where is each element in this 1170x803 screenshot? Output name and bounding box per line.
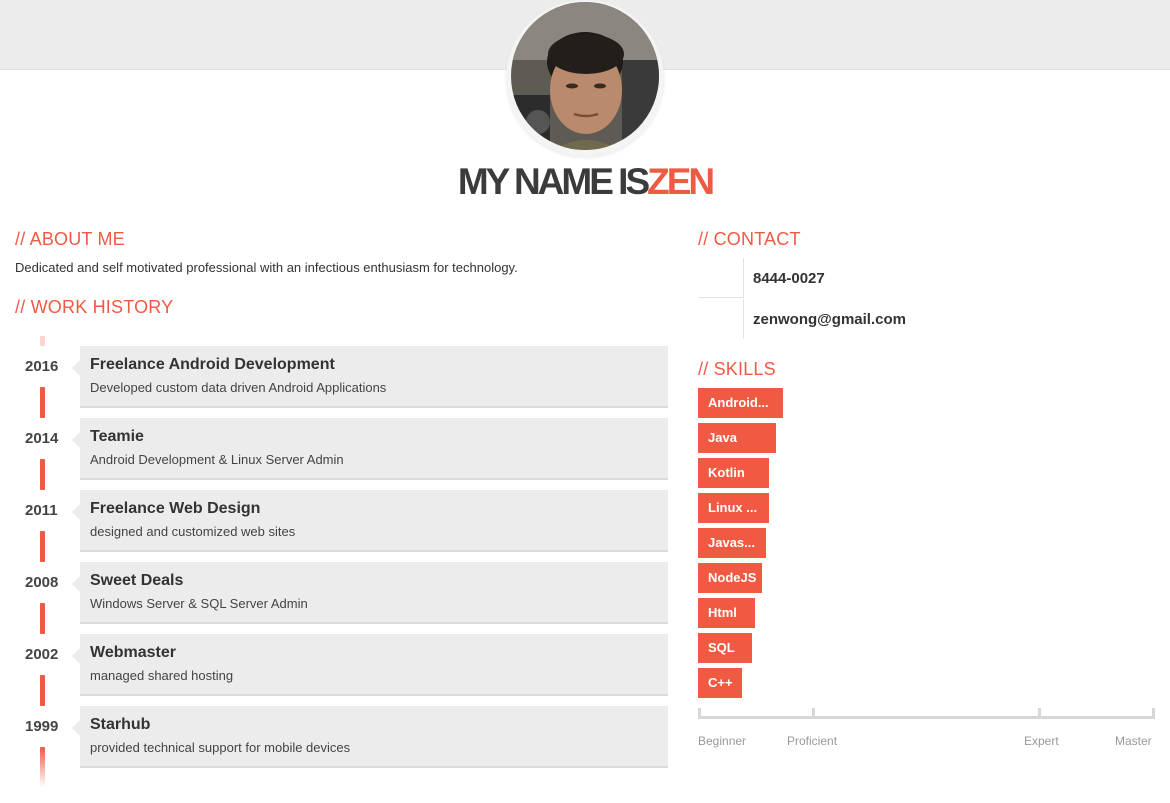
name-accent: ZEN (647, 161, 715, 202)
scale-label-expert: Expert (1024, 734, 1059, 748)
work-year: 2008 (25, 574, 59, 591)
scale-tick (698, 708, 701, 719)
work-description: managed shared hosting (90, 668, 234, 683)
work-item: 2002 Webmaster managed shared hosting (0, 634, 668, 696)
about-heading: // ABOUT ME (15, 229, 125, 249)
work-year: 2002 (25, 646, 59, 663)
contact-phone-row: 8444-0027 (698, 258, 1158, 298)
about-text: Dedicated and self motivated professiona… (15, 260, 518, 275)
scale-label-master: Master (1115, 734, 1152, 748)
phone-icon (698, 258, 744, 298)
avatar (506, 0, 664, 156)
work-year: 2014 (25, 430, 59, 447)
timeline-segment (40, 336, 45, 346)
work-card: Teamie Android Development & Linux Serve… (72, 418, 668, 480)
work-description: provided technical support for mobile de… (90, 740, 351, 755)
work-card: Webmaster managed shared hosting (72, 634, 668, 696)
skill-bar: Html (698, 598, 755, 628)
work-year: 2016 (25, 358, 59, 375)
scale-label-beginner: Beginner (698, 734, 747, 748)
skill-bar: SQL (698, 633, 752, 663)
skill-bar: NodeJS (698, 563, 762, 593)
work-item: 2008 Sweet Deals Windows Server & SQL Se… (0, 562, 668, 624)
contact-email-row: zenwong@gmail.com (698, 299, 1158, 339)
scale-label-proficient: Proficient (787, 734, 838, 748)
skill-bar: C++ (698, 668, 742, 698)
scale-tick (812, 708, 815, 719)
work-card: Freelance Android Development Developed … (72, 346, 668, 408)
work-item: 2016 Freelance Android Development Devel… (0, 346, 668, 408)
work-item: 1999 Starhub provided technical support … (0, 706, 668, 768)
work-card: Starhub provided technical support for m… (72, 706, 668, 768)
work-title: Freelance Android Development (90, 356, 335, 373)
work-item: 2014 Teamie Android Development & Linux … (0, 418, 668, 480)
work-description: Windows Server & SQL Server Admin (90, 596, 308, 611)
skill-bar: Java (698, 423, 776, 453)
contact-heading: // CONTACT (698, 229, 801, 249)
work-card: Freelance Web Design designed and custom… (72, 490, 668, 552)
work-year: 2011 (25, 502, 58, 519)
work-description: Developed custom data driven Android App… (90, 380, 387, 395)
work-title: Starhub (90, 716, 151, 733)
page-title: MY NAME ISZEN (0, 160, 1170, 204)
contact-email[interactable]: zenwong@gmail.com (753, 311, 906, 328)
skill-bar: Linux ... (698, 493, 769, 523)
skill-bar: Javas... (698, 528, 766, 558)
scale-tick (1038, 708, 1041, 719)
work-card: Sweet Deals Windows Server & SQL Server … (72, 562, 668, 624)
name-prefix: MY NAME IS (457, 161, 650, 202)
skill-scale-line (698, 716, 1155, 719)
skill-bar: Android... (698, 388, 783, 418)
skills-heading: // SKILLS (698, 359, 776, 379)
work-title: Webmaster (90, 644, 176, 661)
work-title: Freelance Web Design (90, 500, 261, 517)
profile-photo (511, 2, 659, 150)
scale-tick (1152, 708, 1155, 719)
work-description: Android Development & Linux Server Admin (90, 452, 344, 467)
work-history-heading: // WORK HISTORY (15, 297, 174, 317)
work-title: Sweet Deals (90, 572, 184, 589)
skill-bar: Kotlin (698, 458, 769, 488)
work-item: 2011 Freelance Web Design designed and c… (0, 490, 668, 552)
work-title: Teamie (90, 428, 144, 445)
email-icon (698, 299, 744, 339)
work-year: 1999 (25, 718, 59, 735)
contact-phone[interactable]: 8444-0027 (753, 270, 825, 287)
contact-divider (698, 297, 744, 298)
work-description: designed and customized web sites (90, 524, 296, 539)
